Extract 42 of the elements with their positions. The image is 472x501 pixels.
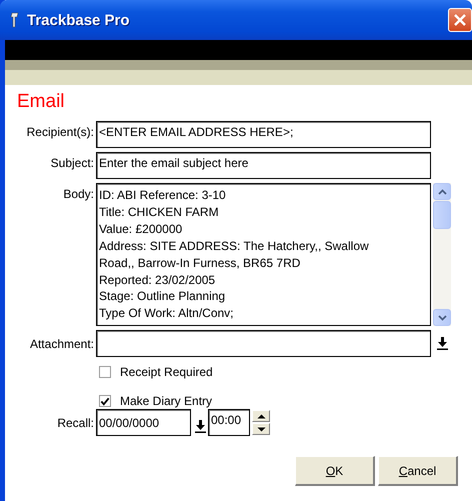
subject-field[interactable]: Enter the email subject here [96,152,431,179]
attachment-field[interactable] [96,330,431,357]
scroll-thumb[interactable] [433,201,451,229]
dialog-button[interactable]: OK [295,456,375,486]
body-line: Reported: 23/02/2005 [99,272,216,288]
spin-up-button[interactable] [252,410,270,422]
caret-down-icon [438,314,446,320]
dialog-button[interactable]: Cancel [378,456,458,486]
field-label: Subject: [50,155,94,172]
app-icon [10,12,20,28]
dropdown-arrow-icon[interactable] [195,420,206,433]
form-heading: Email [17,91,66,113]
checkbox[interactable] [99,366,111,378]
scroll-down-button[interactable] [433,309,451,326]
body-line: Stage: Outline Planning [99,288,226,306]
window-title: Trackbase Pro [27,12,131,28]
close-button[interactable] [448,8,472,32]
field-label: Body: [62,186,94,203]
checkbox-label: Receipt Required [120,365,213,379]
checkbox[interactable] [99,395,111,407]
download-arrow-icon[interactable] [437,337,448,350]
body-field[interactable] [96,183,431,326]
checkbox-label: Make Diary Entry [120,394,212,408]
scrollbar[interactable] [433,183,451,326]
triangle-down-icon [256,426,266,432]
body-line: Road,, Barrow-In Furness, BR65 7RD [99,254,302,272]
spin-down-button[interactable] [252,423,270,435]
body-line: Address: SITE ADDRESS: The Hatchery,, Swallow [99,238,370,255]
field-label: Recipient(s): [26,124,94,141]
body-line: Value: £200000 [99,220,184,238]
caret-up-icon [438,188,446,194]
date-field[interactable]: 00/00/0000 [96,409,191,436]
recipients-field[interactable]: <ENTER EMAIL ADDRESS HERE>; [96,121,431,148]
close-icon [454,14,466,26]
time-field[interactable]: 00:00 [208,409,250,436]
body-line: Title: CHICKEN FARM [99,204,220,221]
body-line: ID: ABI Reference: 3-10 [99,187,227,204]
body-line: Type Of Work: Altn/Conv; [99,305,234,322]
scroll-up-button[interactable] [433,183,451,200]
field-label: Attachment: [28,336,94,353]
triangle-up-icon [256,414,266,418]
field-label: Recall: [56,416,94,430]
